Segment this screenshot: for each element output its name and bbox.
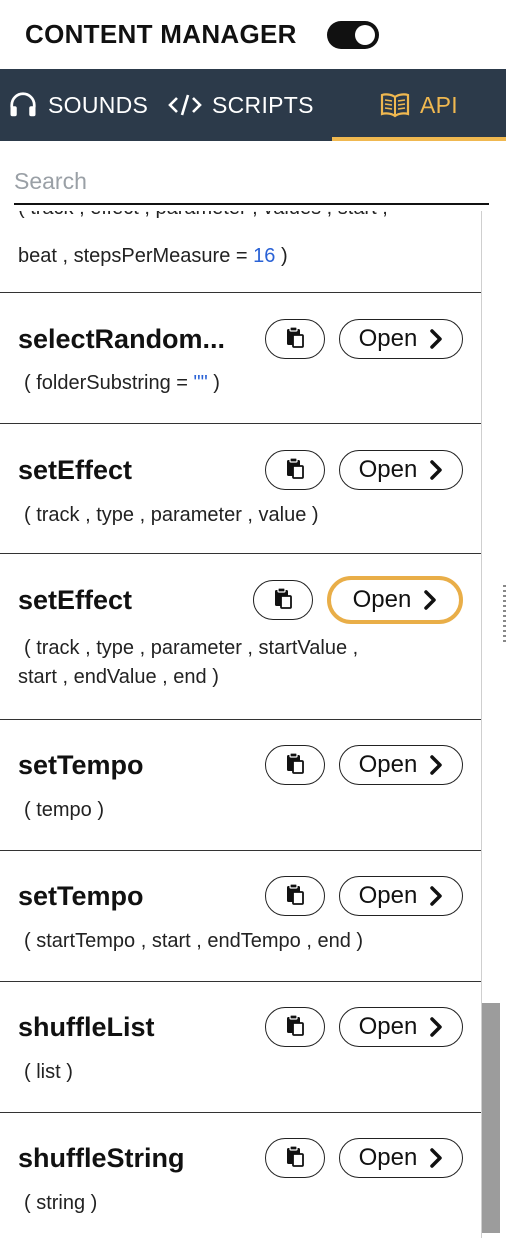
function-name[interactable]: setTempo [18, 750, 265, 781]
code-icon [168, 93, 202, 117]
open-button-label: Open [358, 1013, 418, 1040]
list-scrollbar[interactable] [482, 211, 506, 1238]
params-default-value: "" [193, 372, 208, 394]
params-cut-line: ( track , effect , parameter , values , … [18, 211, 388, 220]
function-params: ( track , type , parameter , startValue … [18, 634, 463, 692]
chevron-right-icon [429, 459, 443, 481]
function-params: ( list ) [24, 1061, 73, 1083]
api-function-list[interactable]: ( track , effect , parameter , values , … [0, 211, 482, 1238]
open-button[interactable]: Open [339, 1007, 463, 1047]
function-params: ( tempo ) [24, 799, 105, 821]
tab-bar: SOUNDS SCRIPTS API [0, 69, 506, 141]
book-icon [380, 92, 410, 118]
copy-button[interactable] [265, 876, 325, 916]
clipboard-icon [284, 882, 306, 911]
open-button-label: Open [358, 456, 418, 483]
function-name[interactable]: setEffect [18, 455, 265, 486]
list-item: selectRandom... Open ( folderSubstring =… [0, 293, 481, 424]
tab-api[interactable]: API [332, 69, 506, 141]
open-button[interactable]: Open [339, 1138, 463, 1178]
copy-button[interactable] [265, 319, 325, 359]
params-line: beat , stepsPerMeasure = 16 ) [18, 245, 288, 268]
params-text: beat , stepsPerMeasure = [18, 245, 254, 267]
tab-sounds-label: SOUNDS [48, 91, 149, 118]
clipboard-icon [284, 751, 306, 780]
app-header: CONTENT MANAGER [0, 0, 506, 69]
params-text: ( folderSubstring = [24, 372, 194, 394]
function-name[interactable]: selectRandom... [18, 324, 265, 355]
search-input[interactable] [14, 159, 489, 205]
chevron-right-icon [429, 328, 443, 350]
function-name[interactable]: shuffleString [18, 1143, 265, 1174]
params-default-value: 16 [253, 245, 276, 267]
list-item: setEffect Open ( track , type , paramete… [0, 554, 481, 720]
page-title: CONTENT MANAGER [25, 19, 297, 49]
params-text-end: ) [275, 245, 288, 267]
open-button-label: Open [358, 882, 418, 909]
tab-scripts-label: SCRIPTS [212, 91, 314, 118]
headphones-icon [8, 90, 38, 120]
clipboard-icon [284, 325, 306, 354]
function-params: ( startTempo , start , endTempo , end ) [24, 930, 364, 952]
clipboard-icon [284, 1144, 306, 1173]
open-button-label: Open [358, 325, 418, 352]
tab-api-label: API [420, 91, 458, 118]
copy-button[interactable] [265, 745, 325, 785]
clipboard-icon [284, 1013, 306, 1042]
list-item: shuffleList Open ( list ) [0, 982, 481, 1113]
clipboard-icon [272, 586, 294, 615]
params-line-1: ( track , type , parameter , startValue … [24, 637, 359, 659]
search-bar [0, 141, 506, 211]
chevron-right-icon [429, 1147, 443, 1169]
function-params: ( track , type , parameter , value ) [24, 504, 319, 526]
open-button[interactable]: Open [339, 876, 463, 916]
list-item: setTempo Open ( tempo ) [0, 720, 481, 851]
tab-sounds[interactable]: SOUNDS [0, 69, 168, 141]
open-button[interactable]: Open [339, 745, 463, 785]
function-name[interactable]: setEffect [18, 585, 253, 616]
tab-scripts[interactable]: SCRIPTS [168, 69, 332, 141]
params-text-end: ) [207, 372, 220, 394]
list-item: setTempo Open ( startTempo , start , end… [0, 851, 481, 982]
open-button[interactable]: Open [339, 319, 463, 359]
open-button-label: Open [358, 751, 418, 778]
scrollbar-thumb[interactable] [482, 1003, 500, 1233]
chevron-right-icon [429, 885, 443, 907]
open-button[interactable]: Open [339, 450, 463, 490]
copy-button[interactable] [253, 580, 313, 620]
function-name[interactable]: setTempo [18, 881, 265, 912]
open-button[interactable]: Open [327, 576, 463, 624]
list-item: shuffleString Open ( string ) [0, 1113, 481, 1238]
function-params: ( string ) [24, 1192, 98, 1214]
function-name[interactable]: shuffleList [18, 1012, 265, 1043]
open-button-label: Open [352, 586, 412, 613]
chevron-right-icon [429, 1016, 443, 1038]
function-params: ( folderSubstring = "" ) [18, 369, 463, 398]
open-button-label: Open [358, 1144, 418, 1171]
chevron-right-icon [423, 589, 437, 611]
copy-button[interactable] [265, 1007, 325, 1047]
list-item-partial: ( track , effect , parameter , values , … [0, 211, 481, 293]
content-manager-toggle[interactable] [326, 20, 379, 49]
params-line-2: start , endValue , end ) [18, 666, 219, 688]
clipboard-icon [284, 456, 306, 485]
copy-button[interactable] [265, 450, 325, 490]
toggle-knob [354, 24, 375, 45]
list-item: setEffect Open ( track , type , paramete… [0, 424, 481, 554]
chevron-right-icon [429, 754, 443, 776]
copy-button[interactable] [265, 1138, 325, 1178]
